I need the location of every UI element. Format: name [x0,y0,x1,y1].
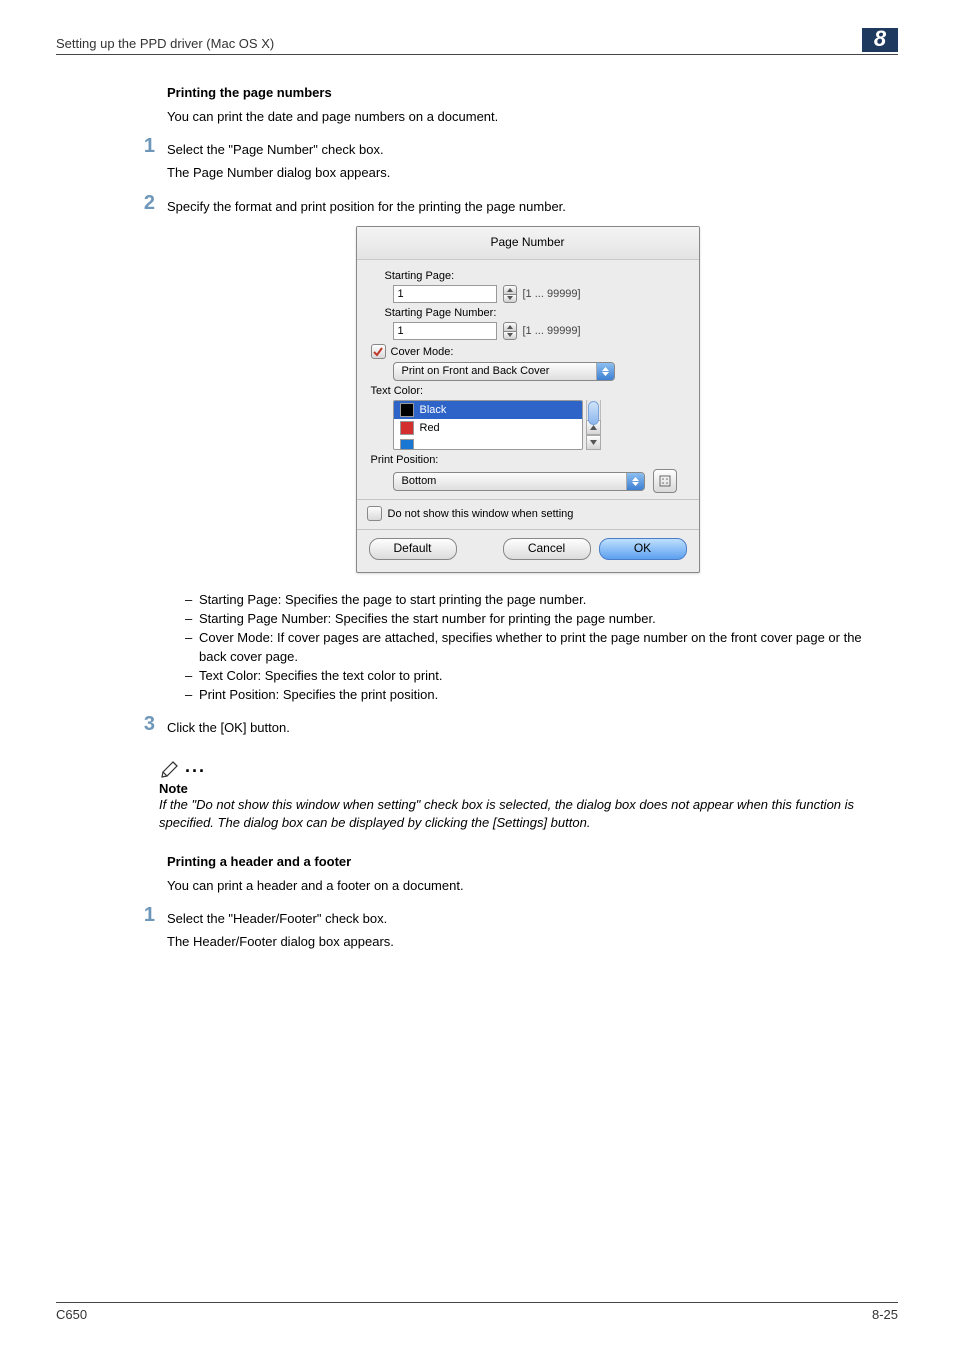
list-item: Cover Mode: If cover pages are attached,… [185,629,888,665]
step-text: The Page Number dialog box appears. [167,163,888,183]
step-number: 2 [131,192,155,215]
note-label: Note [159,781,888,796]
field-label: Cover Mode: [391,346,454,358]
starting-page-number-stepper[interactable] [503,322,517,340]
page-header: Setting up the PPD driver (Mac OS X) 8 [56,30,898,55]
list-item[interactable]: Black [394,401,582,419]
list-item-label: Black [420,404,447,416]
color-swatch [400,403,414,417]
cover-mode-checkbox[interactable] [371,344,386,359]
detail-icon [659,475,671,487]
color-swatch [400,439,414,450]
step-text: Specify the format and print position fo… [167,197,888,217]
field-label: Starting Page: [385,270,681,282]
step-number: 1 [131,904,155,927]
text-color-list[interactable]: Black Red [393,400,583,450]
field-label: Print Position: [371,454,681,466]
chevron-updown-icon [626,473,644,490]
print-position-select[interactable]: Bottom [393,472,645,491]
list-item-label: Red [420,422,440,434]
footer-left: C650 [56,1307,87,1322]
select-value: Print on Front and Back Cover [402,365,550,377]
step-number: 3 [131,713,155,736]
starting-page-number-input[interactable]: 1 [393,322,497,340]
color-swatch [400,421,414,435]
field-label: Text Color: [371,385,681,397]
detail-button[interactable] [653,469,677,493]
step-text: Select the "Page Number" check box. [167,140,888,160]
section-title-headerfooter: Printing a header and a footer [167,854,888,869]
do-not-show-checkbox[interactable] [367,506,382,521]
step-text: The Header/Footer dialog box appears. [167,932,888,952]
section-title-pagenum: Printing the page numbers [167,85,888,100]
list-item: Starting Page Number: Specifies the star… [185,610,888,628]
list-item: Print Position: Specifies the print posi… [185,686,888,704]
step-text: Select the "Header/Footer" check box. [167,909,888,929]
breadcrumb: Setting up the PPD driver (Mac OS X) [56,30,274,51]
default-button[interactable]: Default [369,538,457,560]
page-number-dialog: Page Number Starting Page: 1 [1 ... 9999… [356,226,700,573]
select-value: Bottom [402,475,437,487]
range-hint: [1 ... 99999] [523,325,581,337]
bullet-list: Starting Page: Specifies the page to sta… [167,591,888,704]
list-item: Text Color: Specifies the text color to … [185,667,888,685]
ok-button[interactable]: OK [599,538,687,560]
step-text: Click the [OK] button. [167,718,888,738]
checkbox-label: Do not show this window when setting [388,508,574,520]
ellipsis-icon: ... [185,756,206,779]
page-footer: C650 8-25 [56,1302,898,1322]
cover-mode-select[interactable]: Print on Front and Back Cover [393,362,615,381]
footer-right: 8-25 [872,1307,898,1322]
list-item: Starting Page: Specifies the page to sta… [185,591,888,609]
scrollbar[interactable] [586,400,601,450]
step-number: 1 [131,135,155,158]
list-item[interactable]: Red [394,419,582,437]
paragraph: You can print the date and page numbers … [167,108,888,126]
list-item[interactable] [394,437,582,450]
dialog-title: Page Number [357,227,699,260]
chapter-badge: 8 [862,28,898,52]
starting-page-input[interactable]: 1 [393,285,497,303]
starting-page-stepper[interactable] [503,285,517,303]
range-hint: [1 ... 99999] [523,288,581,300]
field-label: Starting Page Number: [385,307,681,319]
note-icon [159,757,181,779]
cancel-button[interactable]: Cancel [503,538,591,560]
note-body: If the "Do not show this window when set… [159,796,888,832]
paragraph: You can print a header and a footer on a… [167,877,888,895]
chevron-updown-icon [596,363,614,380]
